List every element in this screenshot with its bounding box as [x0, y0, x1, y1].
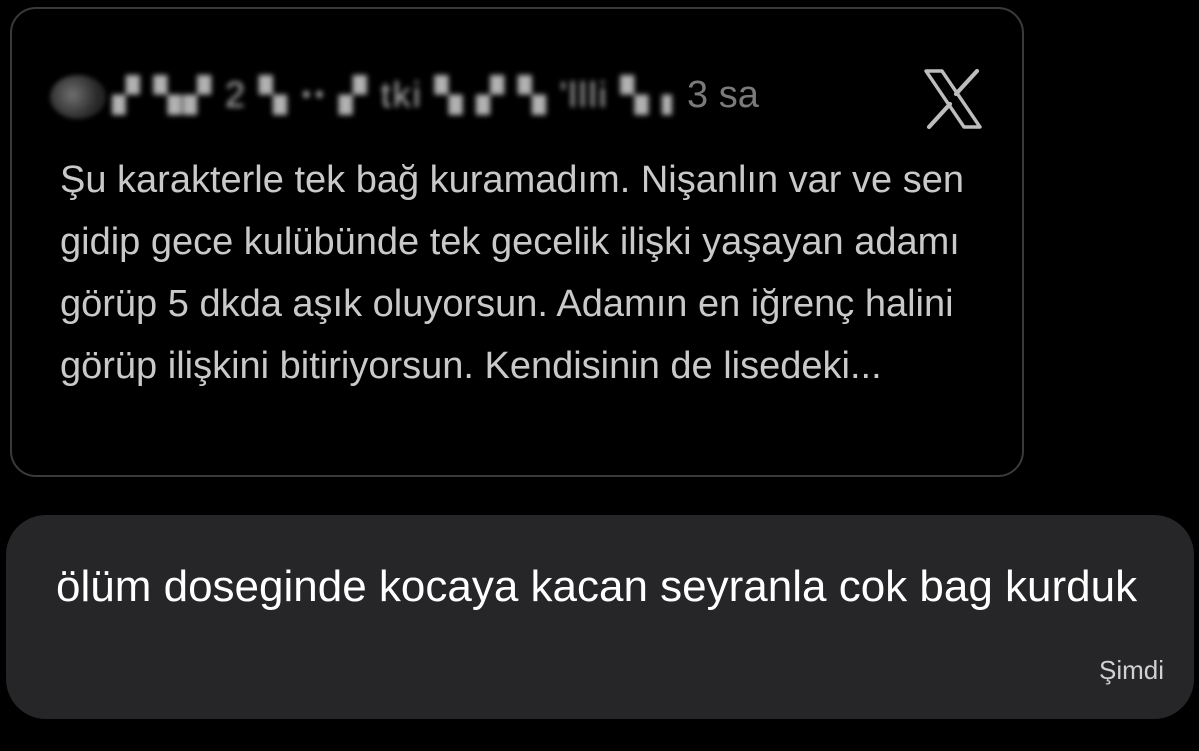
post-header: ▞ ▚▞ 2 ▚ ꞏꞏ ▞ tki ▚ ▞ ▚ 'llli ▚ ▞ 3 sa	[50, 69, 990, 129]
author-avatar	[50, 75, 106, 119]
x-logo-icon[interactable]	[920, 69, 986, 129]
message-timestamp: Şimdi	[1098, 655, 1164, 685]
author-name: ▞ ▚▞ 2 ▚ ꞏꞏ ▞ tki ▚ ▞ ▚ 'llli ▚ ▞	[112, 75, 672, 115]
message-bubble[interactable]: ölüm doseginde kocaya kacan seyranla cok…	[6, 515, 1194, 719]
x-logo-icon-svg	[924, 69, 982, 129]
post-text: Şu karakterle tek bağ kuramadım. Nişanlı…	[60, 159, 964, 387]
shared-post-card[interactable]: ▞ ▚▞ 2 ▚ ꞏꞏ ▞ tki ▚ ▞ ▚ 'llli ▚ ▞ 3 sa Ş…	[10, 7, 1024, 477]
message-text: ölüm doseginde kocaya kacan seyranla cok…	[56, 562, 1138, 611]
post-time: 3 sa	[687, 74, 759, 116]
